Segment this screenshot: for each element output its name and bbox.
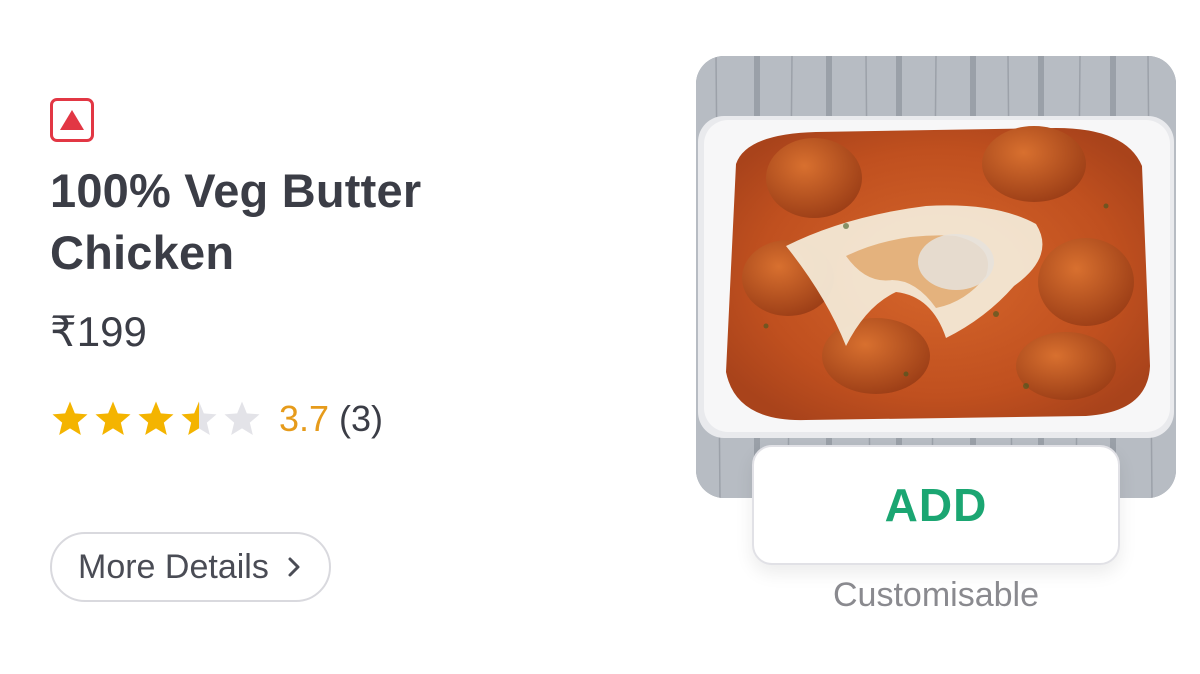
chevron-right-icon xyxy=(287,556,301,578)
more-details-label: More Details xyxy=(78,547,269,586)
dish-image[interactable] xyxy=(696,56,1176,498)
customisable-label: Customisable xyxy=(833,576,1039,614)
rating-row: 3.7 (3) xyxy=(50,394,383,444)
star-full-icon xyxy=(95,401,131,435)
rating-count: (3) xyxy=(339,398,384,439)
non-veg-marker-icon xyxy=(50,98,94,142)
dish-price: ₹199 xyxy=(50,308,147,355)
more-details-button[interactable]: More Details xyxy=(50,532,331,602)
dish-name: 100% Veg Butter Chicken xyxy=(50,164,422,279)
star-half-icon xyxy=(181,401,217,435)
menu-item-card: 100% Veg Butter Chicken ₹199 3.7 (3) Mor… xyxy=(0,0,1200,674)
star-empty-icon xyxy=(224,401,260,435)
star-full-icon xyxy=(138,401,174,435)
star-rating xyxy=(50,399,265,439)
add-button[interactable]: ADD xyxy=(752,445,1120,565)
star-full-icon xyxy=(52,401,88,435)
rating-value: 3.7 xyxy=(279,398,330,439)
